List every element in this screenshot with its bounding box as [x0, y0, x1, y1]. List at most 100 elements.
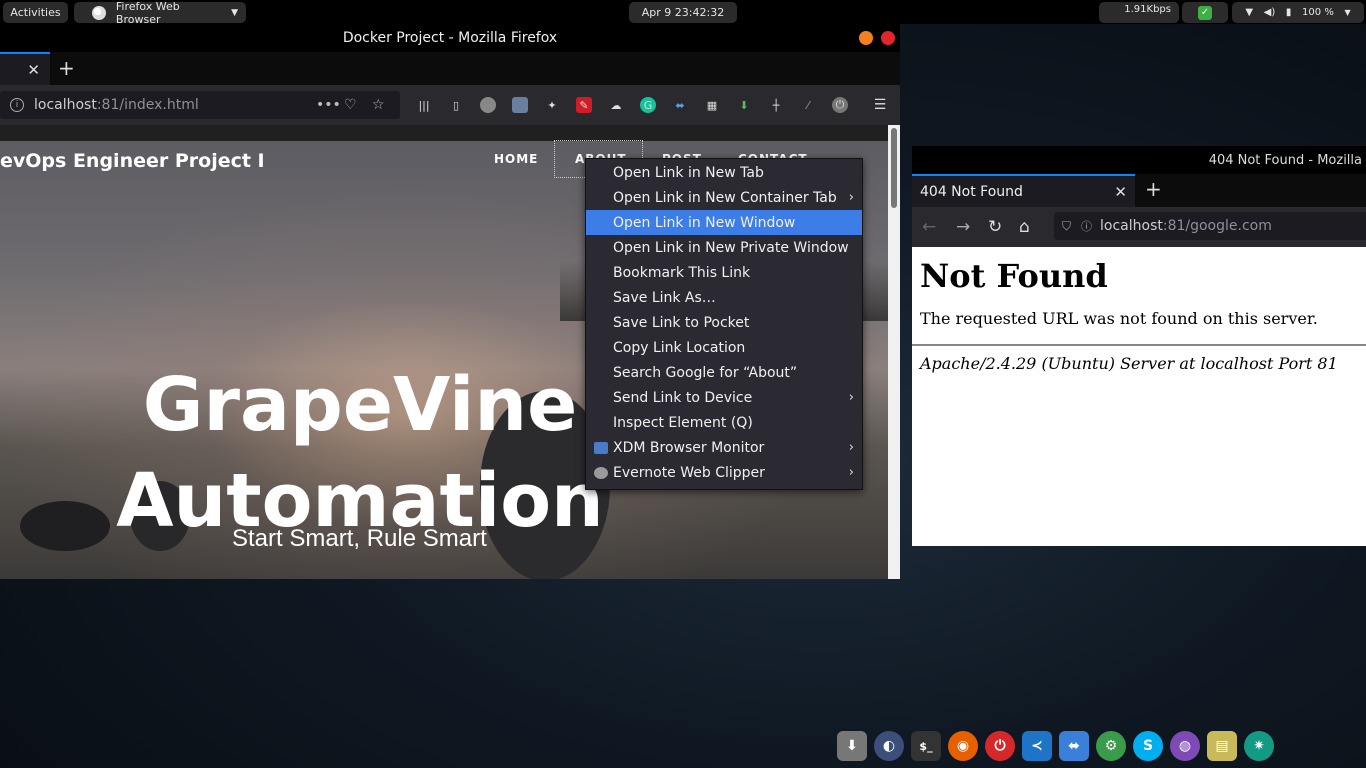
- error-heading: Not Found: [920, 257, 1108, 295]
- page-actions-icon[interactable]: •••: [316, 97, 341, 113]
- extension-avatar-icon[interactable]: [480, 97, 496, 113]
- clock-button[interactable]: Apr 9 23:42:32: [629, 2, 737, 23]
- aperture-icon[interactable]: ✷: [1244, 731, 1274, 761]
- close-tab-icon[interactable]: ✕: [27, 61, 40, 79]
- divider: [912, 344, 1366, 346]
- extensions-grid-icon[interactable]: ▦: [704, 97, 720, 113]
- download-icon[interactable]: ⬇: [736, 97, 752, 113]
- menu-item-open-container-tab[interactable]: Open Link in New Container Tab ›: [586, 185, 862, 210]
- menu-item-open-new-window[interactable]: Open Link in New Window: [586, 210, 862, 235]
- tab-active[interactable]: ✕: [0, 52, 50, 85]
- home-icon[interactable]: ⌂: [1019, 217, 1030, 237]
- minimize-button[interactable]: [859, 31, 873, 45]
- url-host: localhost: [1100, 218, 1163, 234]
- menu-item-label: Open Link in New Tab: [613, 164, 764, 181]
- new-tab-button[interactable]: +: [1145, 177, 1162, 201]
- net-speed-indicator[interactable]: 1.91Kbps: [1099, 2, 1179, 23]
- tab-strip: ✕ +: [0, 52, 900, 85]
- bookmark-star-icon[interactable]: ☆: [372, 97, 385, 113]
- tab-strip: 404 Not Found ✕ +: [912, 174, 1366, 207]
- activities-button[interactable]: Activities: [3, 2, 68, 23]
- chevron-right-icon: ›: [848, 390, 854, 405]
- extension-colorzilla-icon[interactable]: ✎: [576, 97, 592, 113]
- page-content: Not Found The requested URL was not foun…: [912, 247, 1366, 546]
- menu-item-label: Open Link in New Window: [613, 214, 796, 231]
- extension-gnome-icon[interactable]: ✦: [544, 97, 560, 113]
- xdm-icon[interactable]: ⬌: [1059, 731, 1089, 761]
- nav-toolbar: i localhost:81/index.html ••• ♡ ☆ ||| ▯ …: [0, 85, 900, 125]
- shield-icon[interactable]: ⛉: [1062, 219, 1071, 234]
- extension-indicator[interactable]: ✓: [1182, 2, 1228, 23]
- chevron-right-icon: ›: [848, 465, 854, 480]
- archive-manager-icon[interactable]: ▤: [1207, 731, 1237, 761]
- menu-item-save-link-as[interactable]: Save Link As…: [586, 285, 862, 310]
- menu-item-label: Open Link in New Private Window: [613, 239, 849, 256]
- hero-title-line: GrapeVine: [142, 362, 578, 448]
- back-icon[interactable]: ←: [922, 217, 936, 237]
- evernote-icon[interactable]: ☁: [608, 97, 624, 113]
- site-brand[interactable]: evOps Engineer Project I: [0, 150, 265, 172]
- check-icon: ✓: [1198, 5, 1212, 20]
- menu-item-search-google[interactable]: Search Google for “About”: [586, 360, 862, 385]
- skype-icon[interactable]: S: [1133, 731, 1163, 761]
- menu-item-bookmark-link[interactable]: Bookmark This Link: [586, 260, 862, 285]
- window-title: 404 Not Found - Mozilla: [1208, 152, 1362, 168]
- menu-item-save-to-pocket[interactable]: Save Link to Pocket: [586, 310, 862, 335]
- hamburger-menu-icon[interactable]: ☰: [872, 97, 888, 113]
- menu-item-evernote-clipper[interactable]: Evernote Web Clipper ›: [586, 460, 862, 485]
- url-path: :81/index.html: [96, 97, 199, 113]
- app-menu-button[interactable]: Firefox Web Browser ▼: [74, 0, 246, 26]
- info-icon[interactable]: ⓘ: [1081, 218, 1092, 234]
- url-bar[interactable]: ⛉ ⓘ localhost:81/google.com: [1054, 212, 1366, 240]
- grammarly-icon[interactable]: G: [640, 97, 656, 113]
- wifi-icon: ▼: [1245, 7, 1254, 18]
- dock: ⬇ ◐ $_ ◉ ⏻ ≺ ⬌ ⚙ S ◍ ▤ ✷: [834, 724, 1366, 768]
- eclipse-icon[interactable]: ◐: [874, 731, 904, 761]
- tab-active[interactable]: 404 Not Found ✕: [912, 174, 1135, 207]
- chevron-down-icon: ▼: [1344, 8, 1351, 17]
- menu-item-send-to-device[interactable]: Send Link to Device ›: [586, 385, 862, 410]
- system-tray[interactable]: ▼ ◀) ▮ 100 % ▼: [1232, 2, 1364, 23]
- url-bar[interactable]: i localhost:81/index.html ••• ♡ ☆: [0, 91, 400, 119]
- new-tab-button[interactable]: +: [58, 56, 75, 80]
- info-icon[interactable]: i: [10, 98, 24, 112]
- settings-gear-icon[interactable]: ⚙: [1096, 731, 1126, 761]
- menu-item-label: Copy Link Location: [613, 339, 746, 356]
- pocket-icon[interactable]: ♡: [344, 97, 357, 113]
- hero-title: GrapeVine Automation: [100, 357, 620, 549]
- firefox-icon[interactable]: ◉: [948, 731, 978, 761]
- close-tab-icon[interactable]: ✕: [1114, 183, 1127, 201]
- window-titlebar[interactable]: Docker Project - Mozilla Firefox: [0, 24, 900, 52]
- vscode-icon[interactable]: ≺: [1022, 731, 1052, 761]
- eyedropper-icon[interactable]: ⁄: [800, 97, 816, 113]
- xdm-icon[interactable]: ⬌: [672, 97, 688, 113]
- menu-item-inspect-element[interactable]: Inspect Element (Q): [586, 410, 862, 435]
- close-window-button[interactable]: [881, 31, 895, 45]
- reload-icon[interactable]: ↻: [988, 217, 1002, 237]
- firefox-icon: [92, 5, 106, 20]
- menu-item-xdm-monitor[interactable]: XDM Browser Monitor ›: [586, 435, 862, 460]
- scrollbar[interactable]: [888, 125, 900, 579]
- power-extension-icon[interactable]: ⏻: [832, 97, 848, 113]
- power-icon[interactable]: ⏻: [985, 731, 1015, 761]
- nav-home[interactable]: HOME: [494, 152, 538, 166]
- chevron-down-icon: ▼: [231, 7, 238, 18]
- url-host: localhost: [34, 97, 97, 113]
- menu-item-label: Save Link As…: [613, 289, 716, 306]
- terminal-icon[interactable]: $_: [911, 731, 941, 761]
- library-icon[interactable]: |||: [416, 97, 432, 113]
- menu-item-copy-link-location[interactable]: Copy Link Location: [586, 335, 862, 360]
- window-titlebar[interactable]: 404 Not Found - Mozilla: [912, 146, 1366, 174]
- error-message: The requested URL was not found on this …: [920, 309, 1318, 328]
- forward-icon[interactable]: →: [956, 217, 970, 237]
- menu-item-open-new-tab[interactable]: Open Link in New Tab: [586, 160, 862, 185]
- tor-icon[interactable]: ◍: [1170, 731, 1200, 761]
- menu-item-open-private-window[interactable]: Open Link in New Private Window: [586, 235, 862, 260]
- ruler-icon[interactable]: ┼: [768, 97, 784, 113]
- installer-icon[interactable]: ⬇: [837, 731, 867, 761]
- scrollbar-thumb[interactable]: [891, 128, 897, 208]
- menu-item-label: XDM Browser Monitor: [613, 439, 765, 456]
- extension-image-icon[interactable]: [512, 97, 528, 113]
- chevron-right-icon: ›: [848, 440, 854, 455]
- sidebar-icon[interactable]: ▯: [448, 97, 464, 113]
